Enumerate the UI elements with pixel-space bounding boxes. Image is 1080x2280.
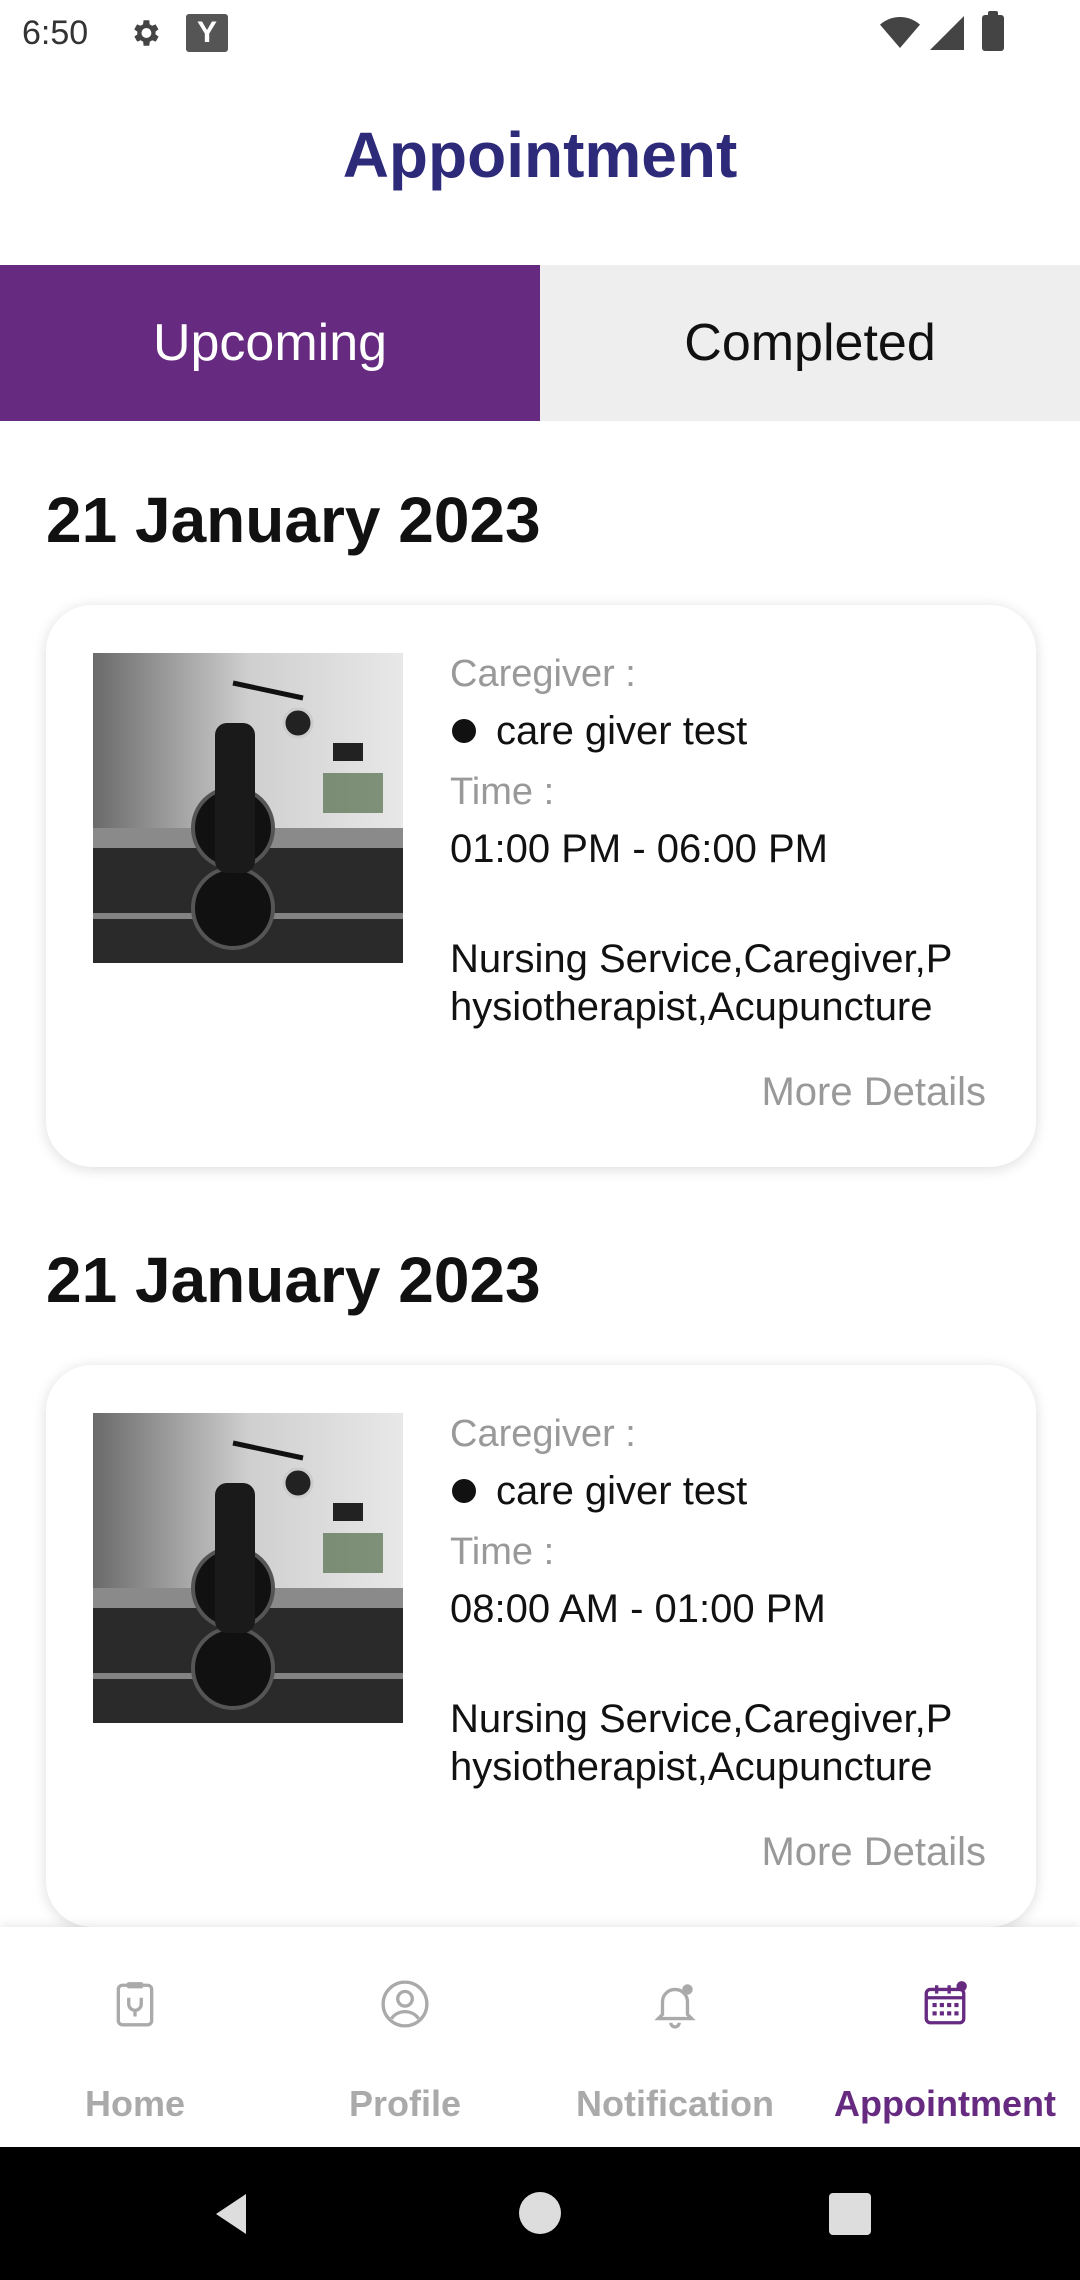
appointment-info: Caregiver : care giver test Time : 01:00…: [450, 651, 1010, 1031]
date-heading: 21 January 2023: [46, 484, 541, 556]
calendar-icon: [924, 1981, 967, 2025]
home-circle-icon[interactable]: [519, 2192, 561, 2234]
appointment-card[interactable]: Caregiver : care giver test Time : 01:00…: [46, 605, 1036, 1167]
more-details-link[interactable]: More Details: [761, 1830, 986, 1875]
motorcycle-photo-image: [93, 653, 403, 963]
nav-label-notification: Notification: [576, 2083, 774, 2124]
status-bar: 6:50 Y: [0, 0, 1080, 66]
caregiver-name-row: care giver test: [450, 707, 1010, 755]
bullet-icon: [452, 1479, 476, 1503]
appointment-time: 08:00 AM - 01:00 PM: [450, 1587, 826, 1631]
nav-label-home: Home: [84, 2083, 186, 2124]
bell-icon: [654, 1984, 696, 2029]
tab-upcoming[interactable]: Upcoming: [0, 265, 540, 421]
more-details-link[interactable]: More Details: [761, 1070, 986, 1115]
motorcycle-photo-image: [93, 1413, 403, 1723]
nav-item-home[interactable]: Home: [0, 1927, 270, 2147]
caregiver-name: care giver test: [496, 709, 748, 753]
caregiver-name: care giver test: [496, 1469, 748, 1513]
battery-icon: [982, 11, 1004, 51]
tab-completed[interactable]: Completed: [540, 265, 1080, 421]
appointment-card[interactable]: Caregiver : care giver test Time : 08:00…: [46, 1365, 1036, 1927]
gear-icon: [134, 20, 159, 46]
system-nav-bar: [0, 2147, 1080, 2280]
appointment-time: 01:00 PM - 06:00 PM: [450, 827, 828, 871]
user-circle-icon: [381, 1980, 429, 2028]
status-time: 6:50: [22, 14, 89, 52]
appointment-info: Caregiver : care giver test Time : 08:00…: [450, 1411, 1010, 1791]
bottom-nav: Home Profile Notification Appointment: [0, 1927, 1080, 2147]
recent-apps-icon[interactable]: [829, 2193, 871, 2235]
caregiver-photo: [93, 653, 403, 963]
nav-item-profile[interactable]: Profile: [270, 1927, 540, 2147]
caregiver-label: Caregiver :: [450, 653, 636, 695]
services-list: Nursing Service,Caregiver,Physiotherapis…: [450, 937, 953, 1029]
time-label: Time :: [450, 771, 555, 813]
wifi-icon: [880, 17, 920, 48]
back-icon[interactable]: [206, 2189, 256, 2239]
appointment-list[interactable]: 21 January 2023 Caregiver: care giver t…: [0, 421, 1080, 1927]
time-label: Time :: [450, 1531, 555, 1573]
signal-icon: [930, 16, 964, 50]
nav-label-appointment: Appointment: [834, 2083, 1056, 2124]
caregiver-name-row: care giver test: [450, 1467, 1010, 1515]
date-heading: 21 January 2023: [46, 1244, 541, 1316]
clipboard-stethoscope-icon: [116, 1982, 154, 2027]
page-title: Appointment: [342, 119, 738, 191]
tab-bar: Upcoming Completed: [0, 265, 1080, 421]
nav-item-appointment[interactable]: Appointment: [810, 1927, 1080, 2147]
services-list: Nursing Service,Caregiver,Physiotherapis…: [450, 1697, 953, 1789]
caregiver-photo: [93, 1413, 403, 1723]
nav-label-profile: Profile: [348, 2083, 462, 2124]
bullet-icon: [452, 719, 476, 743]
nav-item-notification[interactable]: Notification: [540, 1927, 810, 2147]
y-app-icon: Y: [186, 14, 228, 52]
caregiver-label: Caregiver :: [450, 1413, 636, 1455]
